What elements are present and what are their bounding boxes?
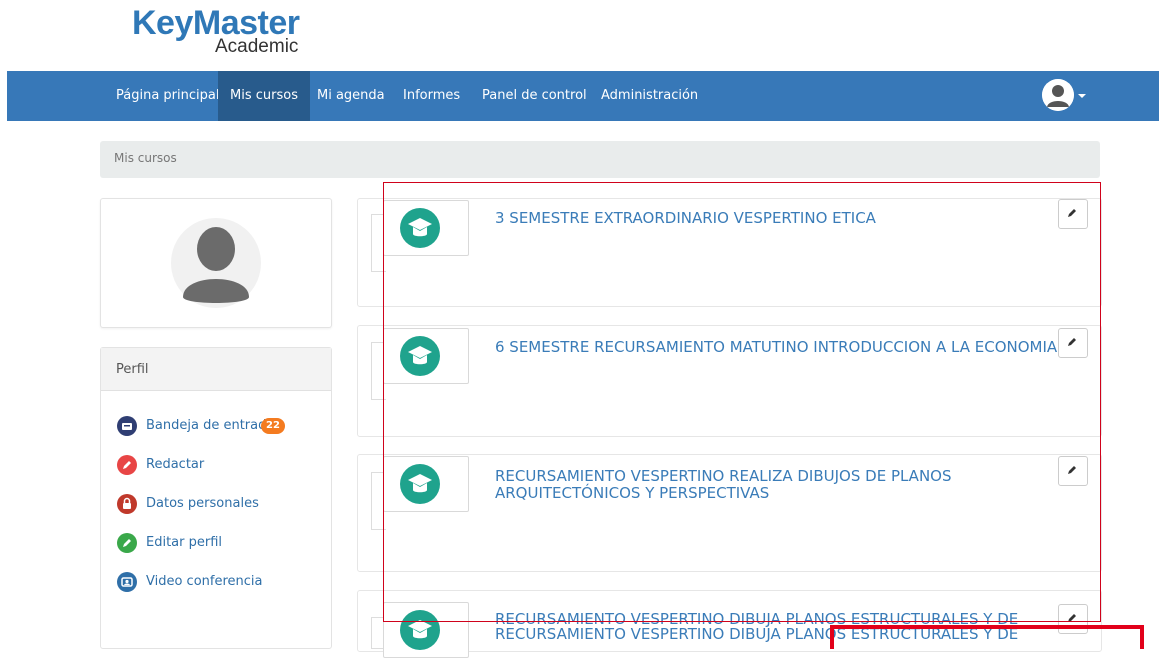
pencil-icon	[117, 455, 137, 475]
perfil-title: Perfil	[116, 362, 149, 377]
graduation-cap-icon	[400, 208, 440, 248]
top-navbar: Página principal Mis cursos Mi agenda In…	[7, 71, 1159, 121]
nav-my-courses[interactable]: Mis cursos	[218, 71, 310, 121]
menu-inbox-label: Bandeja de entrada	[146, 418, 275, 433]
menu-edit-profile-label: Editar perfil	[146, 535, 223, 550]
nav-control-panel[interactable]: Panel de control	[470, 71, 599, 121]
menu-compose-label: Redactar	[146, 457, 205, 472]
graduation-cap-icon	[400, 336, 440, 376]
course-title[interactable]: 6 SEMESTRE RECURSAMIENTO MATUTINO INTROD…	[495, 339, 1057, 356]
highlight-box	[830, 625, 1144, 649]
course-title-line: ARQUITECTÓNICOS Y PERSPECTIVAS	[495, 484, 770, 502]
course-thumbnail[interactable]	[383, 456, 469, 512]
course-thumbnail[interactable]	[383, 602, 469, 658]
menu-video-conference-label: Video conferencia	[146, 574, 263, 589]
menu-personal-data-label: Datos personales	[146, 496, 259, 511]
nav-administration[interactable]: Administración	[589, 71, 710, 121]
pencil-icon	[1068, 209, 1076, 217]
video-icon	[117, 572, 137, 592]
edit-icon	[117, 533, 137, 553]
graduation-cap-icon	[400, 610, 440, 650]
chevron-down-icon	[1078, 94, 1086, 98]
edit-course-button[interactable]	[1058, 199, 1088, 229]
profile-avatar-icon	[171, 217, 261, 313]
course-thumbnail[interactable]	[383, 328, 469, 384]
edit-course-button[interactable]	[1058, 328, 1088, 358]
course-title-line: RECURSAMIENTO VESPERTINO REALIZA DIBUJOS…	[495, 467, 952, 485]
pencil-icon	[1068, 338, 1076, 346]
nav-agenda[interactable]: Mi agenda	[305, 71, 397, 121]
user-avatar-icon	[1042, 79, 1074, 111]
lock-icon	[117, 494, 137, 514]
pencil-icon	[1068, 614, 1076, 622]
course-thumbnail[interactable]	[383, 200, 469, 256]
course-title[interactable]: 3 SEMESTRE EXTRAORDINARIO VESPERTINO ETI…	[495, 210, 876, 227]
logo-subtitle: Academic	[215, 36, 299, 57]
perfil-header: Perfil	[101, 348, 331, 391]
nav-home[interactable]: Página principal	[104, 71, 231, 121]
edit-course-button[interactable]	[1058, 456, 1088, 486]
inbox-count-badge: 22	[261, 418, 285, 434]
profile-card	[100, 198, 332, 328]
nav-reports[interactable]: Informes	[391, 71, 472, 121]
graduation-cap-icon	[400, 464, 440, 504]
perfil-panel: Perfil Bandeja de entrada 22 Redactar Da…	[100, 347, 332, 649]
course-title[interactable]: RECURSAMIENTO VESPERTINO REALIZA DIBUJOS…	[495, 468, 952, 502]
pencil-icon	[1068, 466, 1076, 474]
logo: KeyMaster Academic	[132, 4, 302, 58]
breadcrumb: Mis cursos	[100, 141, 1100, 178]
user-menu-button[interactable]	[1042, 79, 1094, 113]
breadcrumb-current: Mis cursos	[114, 151, 177, 165]
inbox-icon	[117, 416, 137, 436]
